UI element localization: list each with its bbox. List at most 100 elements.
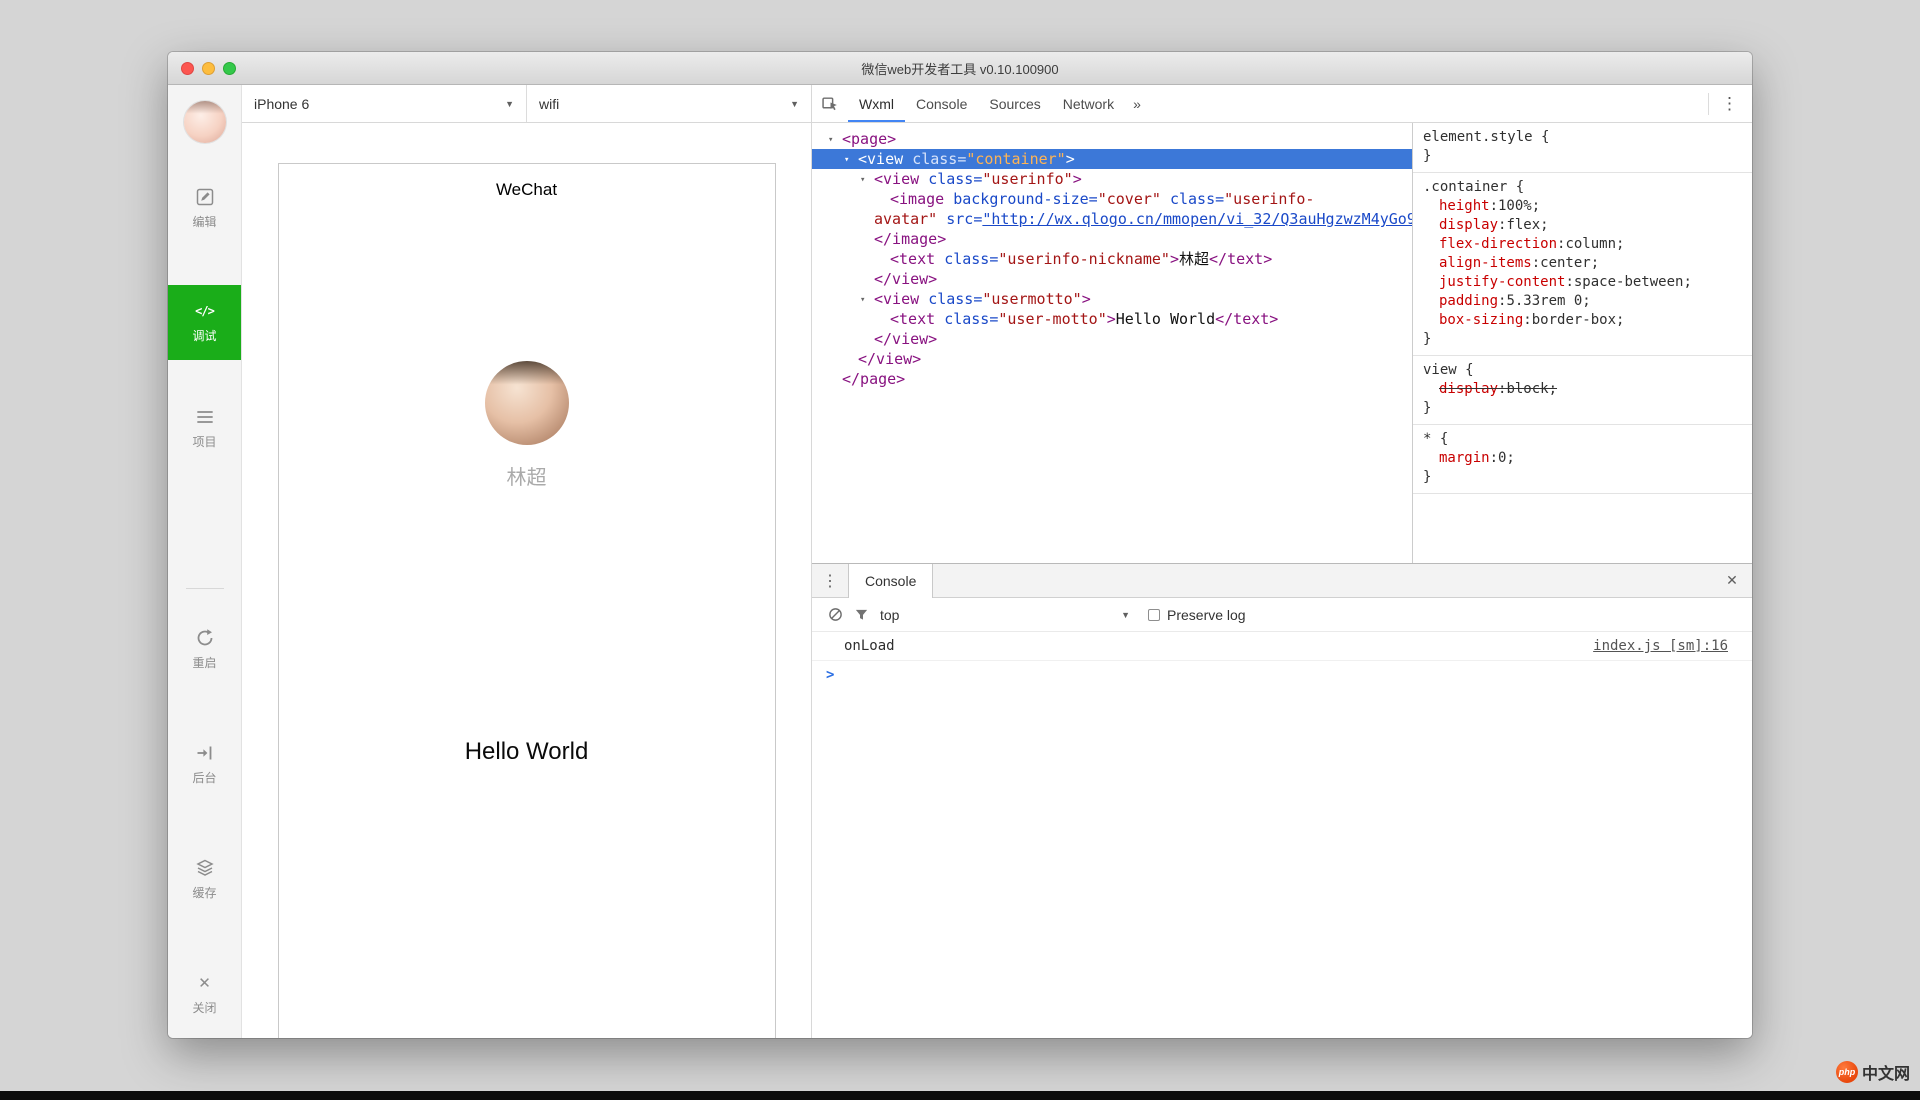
tab-console[interactable]: Console <box>905 85 978 122</box>
sidebar-item-cache[interactable]: 缓存 <box>168 848 241 911</box>
minimize-window-button[interactable] <box>202 61 215 75</box>
wxml-node[interactable]: ▾ <view class="usermotto"> <box>812 289 1412 309</box>
clear-console-button[interactable] <box>822 607 848 622</box>
console-log-source-link[interactable]: index.js [sm]:16 <box>1593 637 1728 655</box>
style-property[interactable]: box-sizing:border-box; <box>1423 311 1742 330</box>
device-select[interactable]: iPhone 6 ▼ <box>242 85 526 122</box>
style-property[interactable]: flex-direction:column; <box>1423 235 1742 254</box>
style-property[interactable]: display:flex; <box>1423 216 1742 235</box>
console-log-list: onLoad index.js [sm]:16 > <box>812 632 1752 1038</box>
wxml-node[interactable]: <image background-size="cover" class="us… <box>812 189 1412 209</box>
console-menu-icon[interactable]: ⋮ <box>812 564 848 597</box>
close-window-button[interactable] <box>181 61 194 75</box>
style-property[interactable]: height:100%; <box>1423 197 1742 216</box>
style-rule[interactable]: .container {height:100%; display:flex; fle… <box>1413 173 1752 356</box>
sidebar-item-label: 缓存 <box>192 886 217 900</box>
wxml-node[interactable]: ▾ <view class="userinfo"> <box>812 169 1412 189</box>
project-icon <box>195 407 215 427</box>
twisty-icon[interactable]: ▾ <box>844 150 849 170</box>
style-property[interactable]: margin:0; <box>1423 449 1742 468</box>
bottom-bar <box>0 1091 1920 1100</box>
tab-overflow-chevron[interactable]: » <box>1125 85 1149 122</box>
console-drawer: ⋮ Console ✕ top ▼ Preserve log onLoad in… <box>812 563 1752 1038</box>
console-header: ⋮ Console ✕ <box>812 564 1752 598</box>
network-select[interactable]: wifi ▼ <box>526 85 811 122</box>
wxml-node[interactable]: </view> <box>812 349 1412 369</box>
phone-navbar: WeChat <box>279 164 775 216</box>
execution-context-select[interactable]: top ▼ <box>880 607 1130 623</box>
wxml-tree: ▾ <page> ▾ <view class="container"> ▾ <view c… <box>812 123 1412 563</box>
execution-context-value: top <box>880 606 900 623</box>
wxml-node[interactable]: </view> <box>812 329 1412 349</box>
user-avatar[interactable] <box>484 361 569 445</box>
console-close-icon[interactable]: ✕ <box>1712 564 1752 597</box>
style-property[interactable]: justify-content:space-between; <box>1423 273 1742 292</box>
style-rule[interactable]: * {margin:0;} <box>1413 425 1752 494</box>
userinfo-section: 林超 <box>484 361 569 490</box>
sidebar-item-label: 关闭 <box>192 1001 217 1015</box>
sidebar: 编辑 </> 调试 项目 重启 后台 缓存 ✕ 关闭 <box>168 85 242 1038</box>
simulator-panel: WeChat 林超 Hello World <box>242 123 812 1038</box>
topbar: iPhone 6 ▼ wifi ▼ Wxml Console Sources N… <box>242 85 1752 123</box>
tab-wxml[interactable]: Wxml <box>848 85 905 122</box>
tab-network[interactable]: Network <box>1052 85 1125 122</box>
style-property[interactable]: padding:5.33rem 0; <box>1423 292 1742 311</box>
console-log-message: onLoad <box>844 638 895 654</box>
inspect-element-button[interactable] <box>812 85 848 122</box>
sidebar-item-close[interactable]: ✕ 关闭 <box>168 963 241 1026</box>
sidebar-item-label: 重启 <box>192 656 217 670</box>
simulator-toolbar: iPhone 6 ▼ wifi ▼ <box>242 85 812 122</box>
sidebar-item-label: 后台 <box>192 771 217 785</box>
backend-icon <box>195 743 215 763</box>
style-rule[interactable]: element.style {} <box>1413 123 1752 173</box>
wxml-node[interactable]: </image> <box>812 229 1412 249</box>
console-prompt[interactable]: > <box>812 661 1752 689</box>
wxml-node[interactable]: avatar" src="http://wx.qlogo.cn/mmopen/v… <box>812 209 1412 229</box>
style-property[interactable]: display:block; <box>1423 380 1742 399</box>
filter-icon[interactable] <box>848 607 874 622</box>
watermark-text: 中文网 <box>1861 1066 1910 1083</box>
wxml-node[interactable]: </page> <box>812 369 1412 389</box>
sidebar-item-label: 项目 <box>192 435 217 449</box>
twisty-icon[interactable]: ▾ <box>860 170 865 190</box>
devtools-menu-icon[interactable]: ⋮ <box>1721 95 1738 112</box>
sidebar-item-debug[interactable]: </> 调试 <box>168 285 241 360</box>
sidebar-item-label: 编辑 <box>192 215 217 229</box>
devtools-panel: ▾ <page> ▾ <view class="container"> ▾ <view c… <box>812 123 1752 1038</box>
devtools-tabbar: Wxml Console Sources Network » ⋮ <box>812 85 1752 122</box>
wxml-node[interactable]: <text class="userinfo-nickname">林超</text… <box>812 249 1412 269</box>
sidebar-item-project[interactable]: 项目 <box>168 397 241 460</box>
sidebar-item-edit[interactable]: 编辑 <box>168 177 241 240</box>
wxml-node[interactable]: </view> <box>812 269 1412 289</box>
user-avatar-small[interactable] <box>183 101 226 143</box>
user-nickname: 林超 <box>506 467 547 489</box>
user-motto: Hello World <box>464 738 589 765</box>
console-drawer-tab[interactable]: Console <box>848 564 934 598</box>
style-rule[interactable]: view {display:block;} <box>1413 356 1752 425</box>
wxml-node[interactable]: <text class="user-motto">Hello World</te… <box>812 309 1412 329</box>
elements-area: ▾ <page> ▾ <view class="container"> ▾ <view c… <box>812 123 1752 563</box>
console-log-row: onLoad index.js [sm]:16 <box>812 632 1752 661</box>
phone-screen[interactable]: WeChat 林超 Hello World <box>277 163 776 1038</box>
twisty-icon[interactable]: ▾ <box>828 130 833 150</box>
style-property[interactable]: align-items:center; <box>1423 254 1742 273</box>
toolbar-divider <box>1708 92 1709 115</box>
sidebar-item-backend[interactable]: 后台 <box>168 733 241 796</box>
app-window: 微信web开发者工具 v0.10.100900 编辑 </> 调试 项目 重启 … <box>168 52 1752 1038</box>
sidebar-divider <box>185 588 224 589</box>
tab-sources[interactable]: Sources <box>978 85 1051 122</box>
watermark: php 中文网 <box>1835 1060 1910 1084</box>
sidebar-item-restart[interactable]: 重启 <box>168 618 241 681</box>
console-toolbar: top ▼ Preserve log <box>812 598 1752 632</box>
wxml-node[interactable]: ▾ <page> <box>812 129 1412 149</box>
chevron-down-icon: ▼ <box>505 98 514 109</box>
twisty-icon[interactable]: ▾ <box>860 290 865 310</box>
phone-nav-title: WeChat <box>495 180 558 199</box>
zoom-window-button[interactable] <box>223 61 236 75</box>
preserve-log-checkbox[interactable] <box>1148 608 1160 621</box>
wxml-node[interactable]: ▾ <view class="container"> <box>812 149 1412 169</box>
device-select-value: iPhone 6 <box>254 95 310 112</box>
cache-layers-icon <box>195 858 215 878</box>
styles-panel: element.style {} .container {height:100%;… <box>1412 123 1752 563</box>
traffic-lights <box>181 52 236 84</box>
